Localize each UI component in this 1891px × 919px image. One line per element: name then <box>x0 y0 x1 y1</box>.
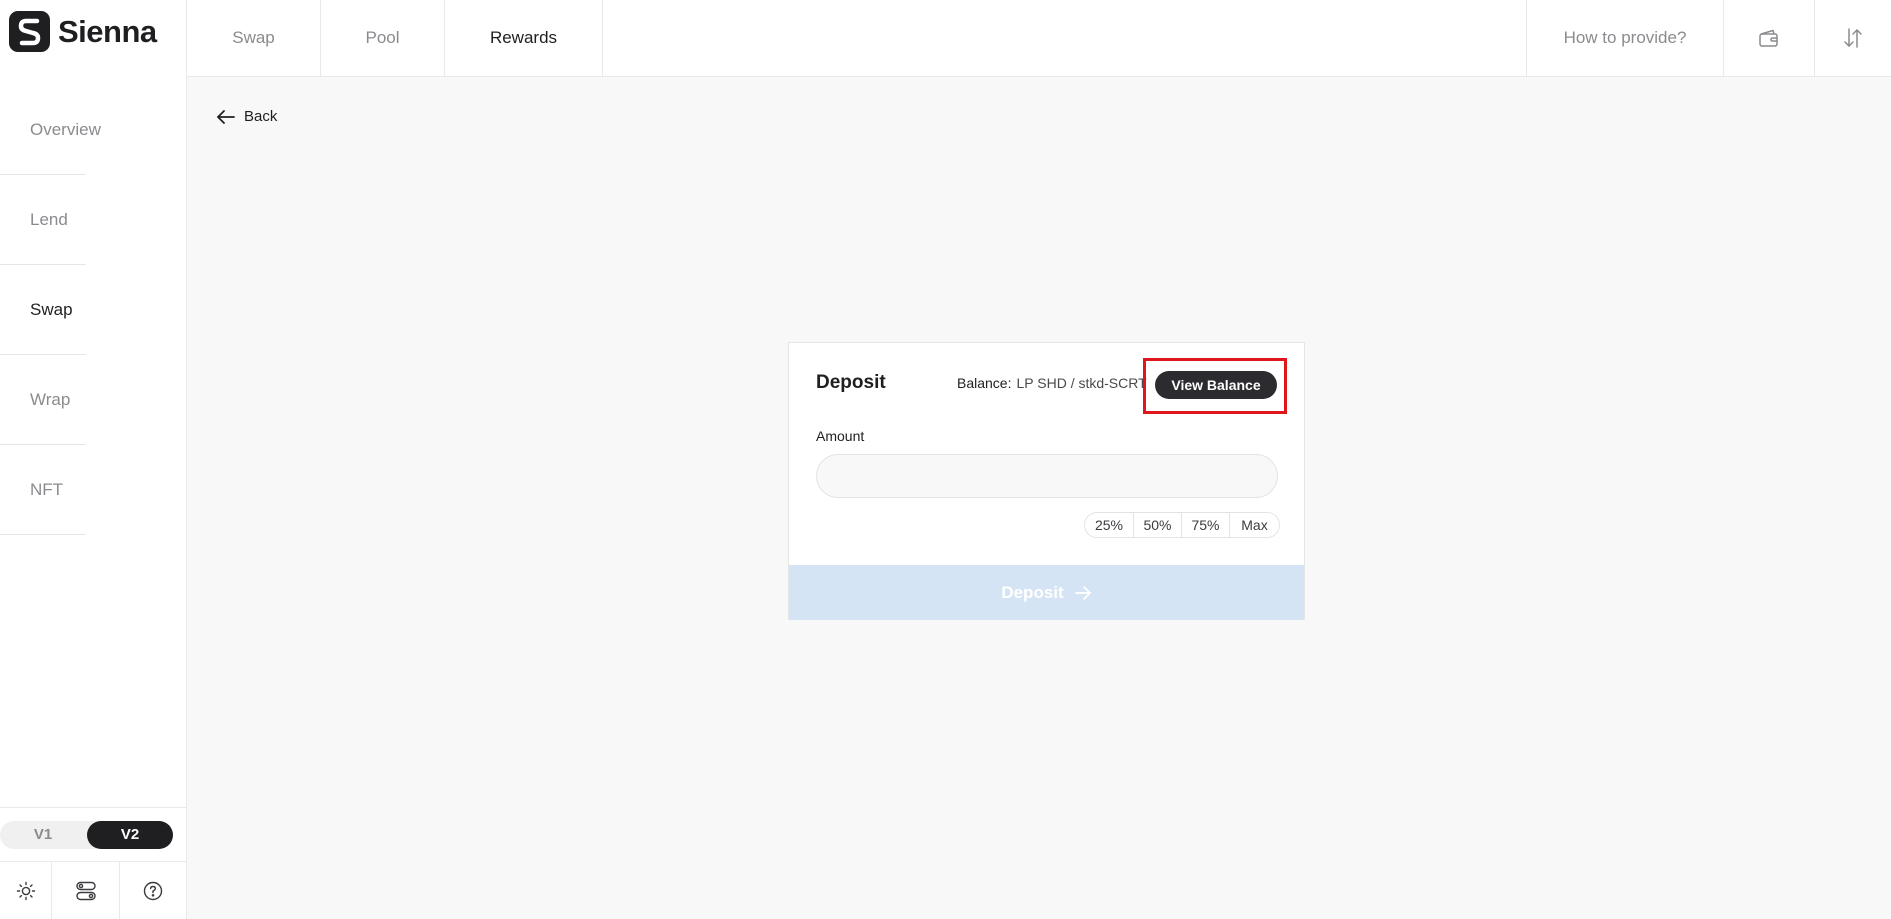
tab-rewards[interactable]: Rewards <box>445 0 603 76</box>
arrow-left-icon <box>217 109 235 124</box>
arrow-right-icon <box>1074 585 1091 600</box>
deposit-title: Deposit <box>816 372 886 393</box>
top-bar: Swap Pool Rewards How to provide? <box>187 0 1891 77</box>
wallet-button[interactable] <box>1723 0 1814 76</box>
sidebar-item-overview[interactable]: Overview <box>0 85 101 175</box>
sidebar-item-nft[interactable]: NFT <box>0 445 86 535</box>
tab-label: Rewards <box>489 28 558 47</box>
help-circle-icon <box>143 881 163 900</box>
percent-50-button[interactable]: 50% <box>1134 513 1182 537</box>
amount-label: Amount <box>816 428 865 444</box>
percent-75-button[interactable]: 75% <box>1182 513 1230 537</box>
view-balance-button[interactable]: View Balance <box>1155 371 1277 399</box>
sun-icon <box>16 881 35 900</box>
deposit-submit-label: Deposit <box>1001 582 1064 602</box>
percent-25-button[interactable]: 25% <box>1085 513 1134 537</box>
sidebar-item-label: Lend <box>30 209 68 229</box>
version-toggle: V1 V2 <box>0 821 173 849</box>
toggle-settings-icon <box>75 881 96 900</box>
back-label: Back <box>244 108 278 125</box>
wallet-icon <box>1759 29 1778 47</box>
sidebar-item-label: Swap <box>30 299 73 319</box>
sidebar-bottom-icons <box>0 862 187 919</box>
settings-button[interactable] <box>52 862 120 919</box>
back-link[interactable]: Back <box>216 108 277 125</box>
sidebar-item-label: Overview <box>30 119 101 139</box>
balance-label: Balance: <box>957 375 1012 391</box>
sidebar-item-lend[interactable]: Lend <box>0 175 86 265</box>
sidebar-item-wrap[interactable]: Wrap <box>0 355 86 445</box>
version-v2-button[interactable]: V2 <box>87 821 173 849</box>
sort-arrows-icon <box>1844 28 1862 48</box>
deposit-card: Deposit Balance: LP SHD / stkd-SCRT View … <box>788 342 1305 620</box>
sidebar-item-label: NFT <box>30 479 64 499</box>
balance-token: LP SHD / stkd-SCRT <box>1016 375 1147 391</box>
help-button[interactable] <box>120 862 186 919</box>
tab-pool[interactable]: Pool <box>321 0 445 76</box>
logo[interactable]: Sienna <box>9 11 157 52</box>
sort-button[interactable] <box>1814 0 1891 76</box>
sidebar-item-swap[interactable]: Swap <box>0 265 86 355</box>
amount-input[interactable] <box>816 454 1278 498</box>
theme-toggle-button[interactable] <box>0 862 52 919</box>
how-to-provide-label: How to provide? <box>1563 28 1687 47</box>
tab-swap[interactable]: Swap <box>187 0 321 76</box>
side-nav: Overview Lend Swap Wrap NFT <box>0 85 101 535</box>
deposit-submit-button[interactable]: Deposit <box>789 565 1304 620</box>
how-to-provide-link[interactable]: How to provide? <box>1526 0 1723 76</box>
tab-label: Swap <box>232 28 275 47</box>
max-button[interactable]: Max <box>1230 513 1279 537</box>
version-switcher: V1 V2 <box>0 807 187 862</box>
percent-buttons: 25% 50% 75% Max <box>1084 512 1280 538</box>
sidebar: Sienna Overview Lend Swap Wrap NFT V1 V2 <box>0 0 187 919</box>
version-v1-button[interactable]: V1 <box>0 821 86 849</box>
tab-label: Pool <box>365 28 400 47</box>
sienna-logo-icon <box>9 11 50 52</box>
balance-info: Balance: LP SHD / stkd-SCRT <box>957 375 1147 391</box>
brand-name: Sienna <box>58 13 157 49</box>
sidebar-item-label: Wrap <box>30 389 71 409</box>
